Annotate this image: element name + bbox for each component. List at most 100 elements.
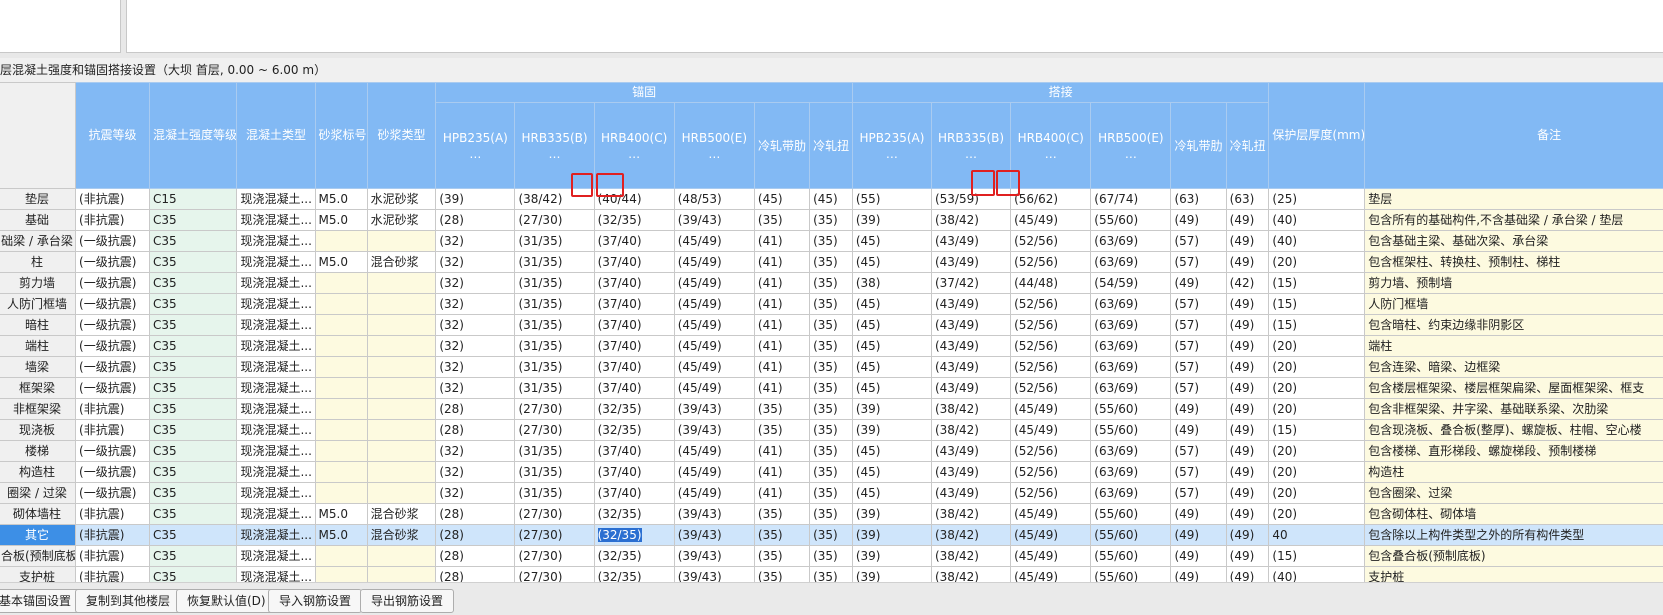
cell-concrete-grade[interactable]: C35 xyxy=(148,335,238,357)
cell-lap-hrb400[interactable]: (44/48) xyxy=(1010,272,1092,294)
cell-lap-hpb235[interactable]: (39) xyxy=(851,503,932,525)
cell-anchor-hrb335[interactable]: (27/30) xyxy=(514,419,595,441)
cell-anchor-cold-twist[interactable]: (35) xyxy=(809,293,853,315)
table-row[interactable]: 础梁 / 承台梁 (一级抗震) C35 现浇混凝土... (32) (31/35) (37/… xyxy=(0,230,1663,252)
cell-concrete-type[interactable]: 现浇混凝土... xyxy=(236,482,316,504)
cell-lap-cold-twist[interactable]: (49) xyxy=(1225,251,1270,273)
cell-anchor-hrb335[interactable]: (31/35) xyxy=(514,482,595,504)
cell-mortar-type[interactable]: 混合砂浆 xyxy=(366,524,437,546)
cell-seismic[interactable]: (非抗震) xyxy=(75,188,150,210)
cell-concrete-type[interactable]: 现浇混凝土... xyxy=(236,524,316,546)
cell-cover[interactable]: (20) xyxy=(1268,461,1366,483)
cell-concrete-type[interactable]: 现浇混凝土... xyxy=(236,209,316,231)
cell-anchor-hpb235[interactable]: (32) xyxy=(435,251,516,273)
cell-lap-cold-twist[interactable]: (49) xyxy=(1225,377,1270,399)
cell-lap-hrb400[interactable]: (52/56) xyxy=(1010,377,1092,399)
cell-remark[interactable]: 构造柱 xyxy=(1364,461,1663,483)
cell-lap-cold-twist[interactable]: (49) xyxy=(1225,419,1270,441)
cell-anchor-cold-twist[interactable]: (35) xyxy=(809,356,853,378)
cell-lap-hrb335[interactable]: (43/49) xyxy=(930,251,1012,273)
table-row[interactable]: 砌体墙柱 (非抗震) C35 现浇混凝土... M5.0 混合砂浆 (28) (27/30)(… xyxy=(0,503,1663,525)
cell-lap-cold-ribbed[interactable]: (57) xyxy=(1170,377,1227,399)
row-header[interactable]: 其它 xyxy=(0,524,77,546)
cell-anchor-cold-ribbed[interactable]: (35) xyxy=(753,524,811,546)
col-anchor-cold-ribbed[interactable]: 冷轧带肋 xyxy=(753,102,811,189)
cell-seismic[interactable]: (一级抗震) xyxy=(75,440,150,462)
cell-lap-hpb235[interactable]: (45) xyxy=(851,335,932,357)
cell-anchor-hpb235[interactable]: (32) xyxy=(435,377,516,399)
cell-lap-cold-twist[interactable]: (49) xyxy=(1225,230,1270,252)
cell-seismic[interactable]: (非抗震) xyxy=(75,419,150,441)
row-header[interactable]: 人防门框墙 xyxy=(0,293,77,315)
cell-lap-cold-ribbed[interactable]: (57) xyxy=(1170,251,1227,273)
cell-mortar-grade[interactable] xyxy=(314,482,368,504)
cell-anchor-hpb235[interactable]: (32) xyxy=(435,356,516,378)
cell-anchor-hpb235[interactable]: (39) xyxy=(435,188,516,210)
cell-concrete-type[interactable]: 现浇混凝土... xyxy=(236,419,316,441)
cell-remark[interactable]: 包含除以上构件类型之外的所有构件类型 xyxy=(1364,524,1663,546)
cell-lap-hrb335[interactable]: (37/42) xyxy=(930,272,1012,294)
cell-lap-hrb500[interactable]: (55/60) xyxy=(1090,524,1172,546)
cell-concrete-type[interactable]: 现浇混凝土... xyxy=(236,251,316,273)
row-header[interactable]: 端柱 xyxy=(0,335,77,357)
row-header[interactable]: 剪力墙 xyxy=(0,272,77,294)
cell-anchor-hrb500[interactable]: (39/43) xyxy=(673,545,755,567)
table-row[interactable]: 构造柱 (一级抗震) C35 现浇混凝土... (32) (31/35) (37/40) (4… xyxy=(0,461,1663,483)
cell-lap-cold-ribbed[interactable]: (49) xyxy=(1170,545,1227,567)
cell-concrete-type[interactable]: 现浇混凝土... xyxy=(236,461,316,483)
cell-cover[interactable]: (15) xyxy=(1268,272,1366,294)
cell-concrete-type[interactable]: 现浇混凝土... xyxy=(236,188,316,210)
cell-mortar-type[interactable] xyxy=(366,566,437,582)
col-anchor-hrb400[interactable]: HRB400(C)… xyxy=(593,102,675,189)
table-row[interactable]: 基础 (非抗震) C35 现浇混凝土... M5.0 水泥砂浆 (28) (27/30) (32… xyxy=(0,209,1663,231)
cell-seismic[interactable]: (非抗震) xyxy=(75,545,150,567)
cell-anchor-cold-ribbed[interactable]: (45) xyxy=(753,188,811,210)
cell-anchor-hrb400[interactable]: (37/40) xyxy=(593,272,675,294)
export-rebar-button[interactable]: 导出钢筋设置 xyxy=(360,589,455,613)
cell-lap-hpb235[interactable]: (39) xyxy=(851,566,932,582)
cell-lap-hrb500[interactable]: (63/69) xyxy=(1090,440,1172,462)
cell-concrete-grade[interactable]: C35 xyxy=(148,440,238,462)
cell-lap-cold-ribbed[interactable]: (49) xyxy=(1170,524,1227,546)
cell-lap-hrb400[interactable]: (45/49) xyxy=(1010,503,1092,525)
cell-cover[interactable]: (20) xyxy=(1268,482,1366,504)
cell-concrete-type[interactable]: 现浇混凝土... xyxy=(236,356,316,378)
cell-lap-hrb500[interactable]: (55/60) xyxy=(1090,419,1172,441)
cell-anchor-hpb235[interactable]: (28) xyxy=(435,398,516,420)
cell-lap-cold-ribbed[interactable]: (57) xyxy=(1170,293,1227,315)
cell-concrete-grade[interactable]: C35 xyxy=(148,503,238,525)
col-seismic[interactable]: 抗震等级 xyxy=(75,82,150,189)
col-lap-cold-twist[interactable]: 冷轧扭 xyxy=(1225,102,1270,189)
cell-cover[interactable]: (15) xyxy=(1268,314,1366,336)
cell-concrete-type[interactable]: 现浇混凝土... xyxy=(236,566,316,582)
cell-lap-hrb335[interactable]: (43/49) xyxy=(930,377,1012,399)
cell-mortar-grade[interactable] xyxy=(314,440,368,462)
cell-cover[interactable]: (20) xyxy=(1268,356,1366,378)
cell-mortar-type[interactable]: 水泥砂浆 xyxy=(366,188,437,210)
cell-lap-cold-ribbed[interactable]: (49) xyxy=(1170,209,1227,231)
table-row[interactable]: 暗柱 (一级抗震) C35 现浇混凝土... (32) (31/35) (37/40) (45… xyxy=(0,314,1663,336)
cell-seismic[interactable]: (非抗震) xyxy=(75,566,150,582)
cell-lap-hrb335[interactable]: (43/49) xyxy=(930,230,1012,252)
cell-lap-hrb500[interactable]: (63/69) xyxy=(1090,482,1172,504)
cell-cover[interactable]: (15) xyxy=(1268,293,1366,315)
cell-anchor-hrb400[interactable]: (32/35) xyxy=(593,209,675,231)
cell-anchor-hrb500[interactable]: (45/49) xyxy=(673,272,755,294)
cell-cover[interactable]: 40 xyxy=(1268,524,1366,546)
cell-remark[interactable]: 包含砌体柱、砌体墙 xyxy=(1364,503,1663,525)
cell-lap-hrb335[interactable]: (43/49) xyxy=(930,461,1012,483)
cell-anchor-cold-ribbed[interactable]: (35) xyxy=(753,419,811,441)
cell-concrete-type[interactable]: 现浇混凝土... xyxy=(236,503,316,525)
cell-remark[interactable]: 支护桩 xyxy=(1364,566,1663,582)
cell-mortar-grade[interactable] xyxy=(314,566,368,582)
cell-lap-hpb235[interactable]: (45) xyxy=(851,230,932,252)
cell-lap-hpb235[interactable]: (45) xyxy=(851,356,932,378)
cell-lap-hpb235[interactable]: (39) xyxy=(851,419,932,441)
cell-lap-hrb335[interactable]: (43/49) xyxy=(930,482,1012,504)
table-row[interactable]: 剪力墙 (一级抗震) C35 现浇混凝土... (32) (31/35) (37/40) (4… xyxy=(0,272,1663,294)
cell-mortar-grade[interactable] xyxy=(314,419,368,441)
cell-lap-hrb500[interactable]: (63/69) xyxy=(1090,314,1172,336)
cell-anchor-hpb235[interactable]: (28) xyxy=(435,524,516,546)
cell-seismic[interactable]: (一级抗震) xyxy=(75,335,150,357)
table-row[interactable]: 墙梁 (一级抗震) C35 现浇混凝土... (32) (31/35) (37/40) (45… xyxy=(0,356,1663,378)
